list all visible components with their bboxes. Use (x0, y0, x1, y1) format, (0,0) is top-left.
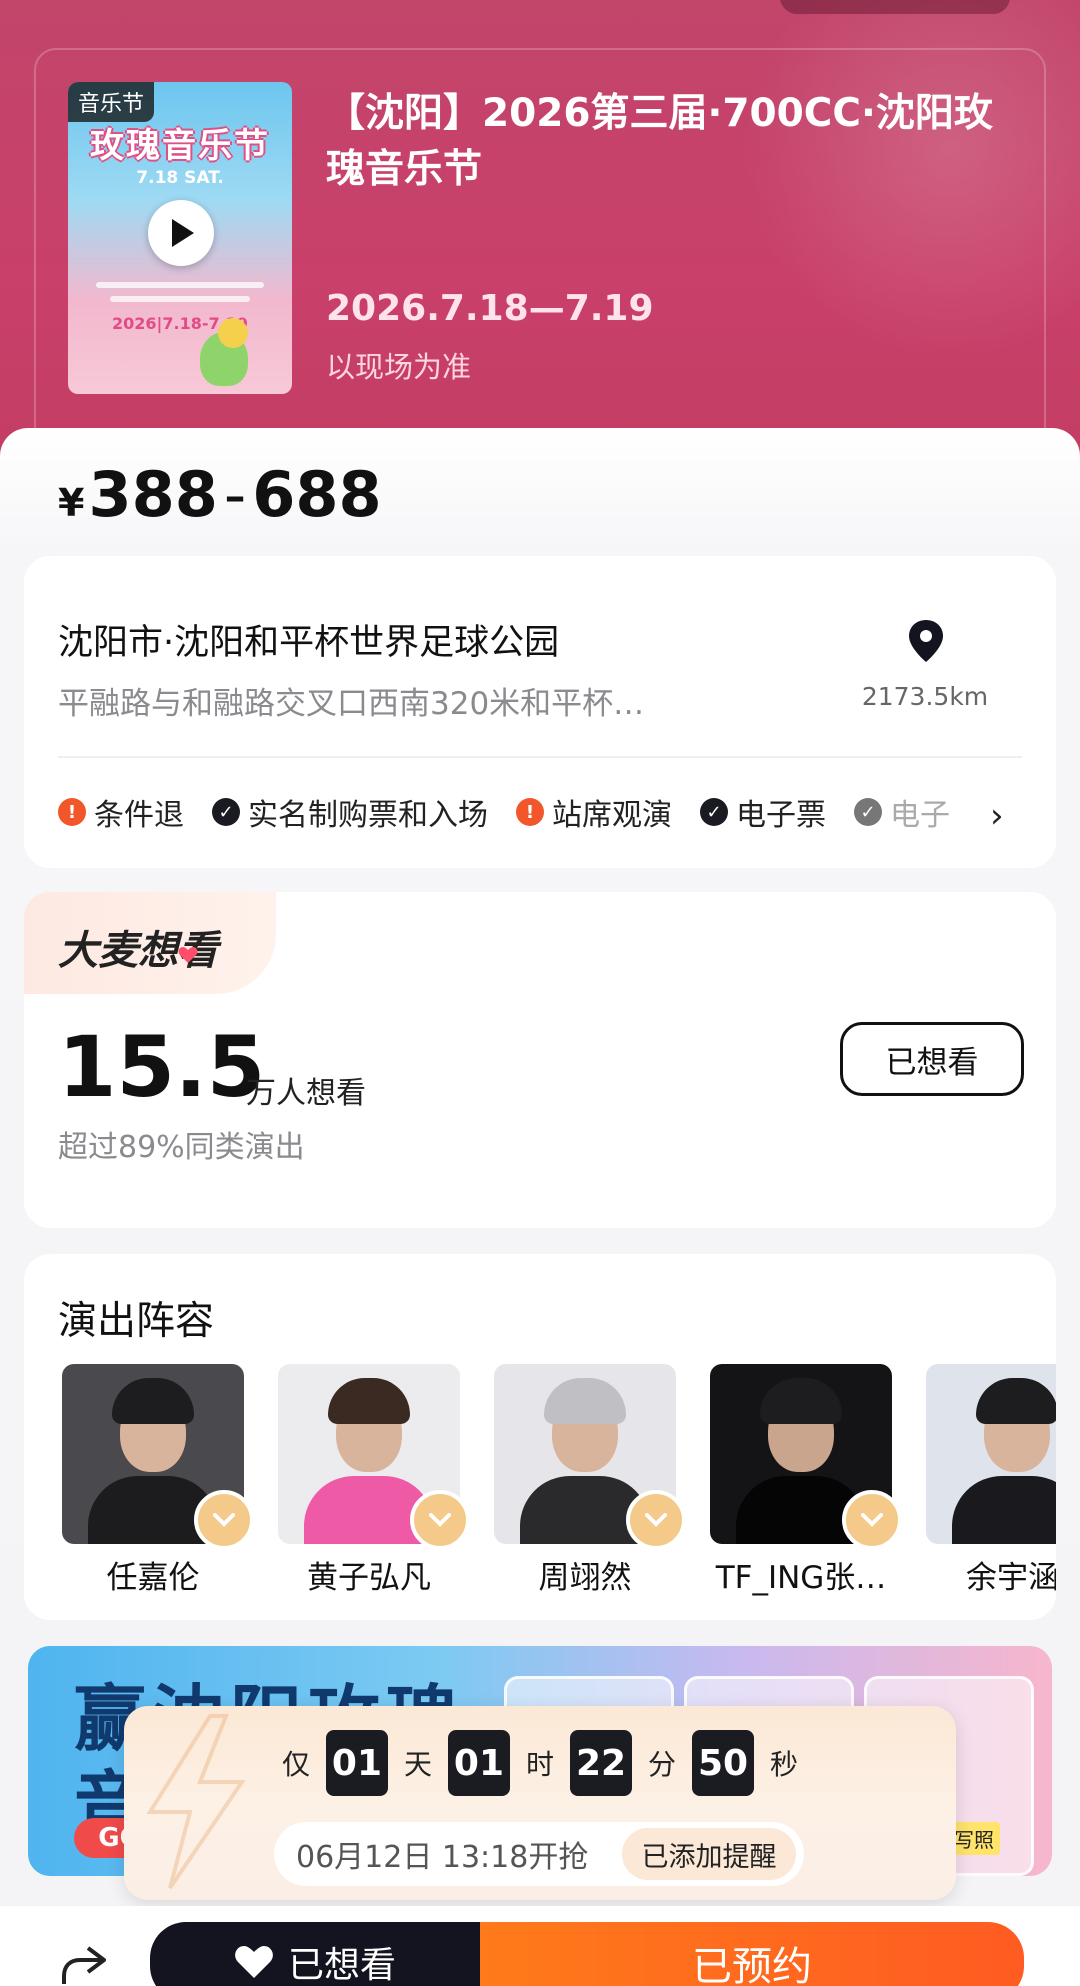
location-pin-icon[interactable] (906, 618, 946, 664)
artist-card[interactable]: TF_ING张… (710, 1364, 902, 1597)
service-tags[interactable]: ! 条件退 ✓ 实名制购票和入场 ! 站席观演 ✓ 电子票 ✓ 电子 (58, 790, 1008, 834)
chevron-down-icon (645, 1513, 667, 1527)
want-count: 15.5 (58, 1018, 266, 1116)
service-tag: ✓ 实名制购票和入场 (212, 790, 488, 834)
artist-card[interactable]: 周翊然 (494, 1364, 686, 1597)
artist-card[interactable]: 余宇涵 (926, 1364, 1056, 1597)
chevron-right-icon[interactable]: › (990, 796, 1004, 836)
artist-card[interactable]: 任嘉伦 (62, 1364, 254, 1597)
price-max: 688 (252, 458, 382, 531)
poster-date-bottom: 2026|7.18-7.19 (112, 314, 248, 333)
poster-mascot-head (218, 318, 248, 348)
service-tag-label: 站席观演 (552, 798, 672, 833)
check-icon: ✓ (854, 798, 882, 826)
play-icon (172, 219, 194, 247)
chevron-down-icon (213, 1513, 235, 1527)
countdown-days: 01 (325, 1730, 388, 1796)
want-action-label: 已想看 (287, 1945, 396, 1986)
service-tag-label: 电子 (890, 798, 950, 833)
artist-photo (926, 1364, 1056, 1544)
artist-card[interactable]: 黄子弘凡 (278, 1364, 470, 1597)
venue-address: 平融路与和融路交叉口西南320米和平杯… (58, 686, 645, 722)
artist-hair (760, 1378, 842, 1424)
event-date: 2026.7.18—7.19 (326, 288, 654, 329)
price-range: ¥388-688 (58, 458, 382, 531)
price-min: 388 (88, 458, 218, 531)
follow-badge[interactable] (194, 1490, 254, 1550)
countdown-hours-unit: 时 (525, 1748, 554, 1781)
poster-category-badge: 音乐节 (68, 82, 155, 122)
check-icon: ✓ (700, 798, 728, 826)
service-tag: ✓ 电子 (854, 790, 950, 834)
top-pill (780, 0, 1010, 14)
artist-name: 任嘉伦 (106, 1560, 200, 1596)
currency-symbol: ¥ (58, 481, 85, 525)
share-icon[interactable] (58, 1942, 110, 1986)
service-tag-label: 实名制购票和入场 (248, 798, 488, 833)
countdown-seconds: 50 (692, 1730, 755, 1796)
check-icon: ✓ (212, 798, 240, 826)
countdown-timer: 仅 01 天 01 时 22 分 50 秒 (124, 1730, 956, 1796)
artist-hair (976, 1378, 1056, 1424)
follow-badge[interactable] (842, 1490, 902, 1550)
warning-icon: ! (516, 798, 544, 826)
artist-body (952, 1476, 1056, 1544)
service-tag: ! 条件退 (58, 790, 184, 834)
artist-name: 余宇涵 (966, 1560, 1056, 1596)
lineup-title: 演出阵容 (58, 1299, 215, 1344)
price-separator: - (223, 458, 247, 531)
event-poster[interactable]: 音乐节 玫瑰音乐节 7.18 SAT. 2026|7.18-7.19 (68, 82, 292, 394)
sale-start-time: 06月12日 13:18开抢 (296, 1840, 589, 1875)
service-tag-label: 条件退 (94, 798, 184, 833)
reserved-button[interactable]: 已预约 (480, 1922, 1024, 1986)
venue-name: 沈阳市·沈阳和平杯世界足球公园 (58, 623, 560, 663)
artist-hair (544, 1378, 626, 1424)
artist-hair (328, 1378, 410, 1424)
warning-icon: ! (58, 798, 86, 826)
countdown-minutes-unit: 分 (648, 1748, 677, 1781)
follow-badge[interactable] (626, 1490, 686, 1550)
venue-distance: 2173.5km (861, 682, 989, 711)
service-tag: ✓ 电子票 (700, 790, 826, 834)
countdown-minutes: 22 (570, 1730, 632, 1796)
want-action-button[interactable]: 已想看 (150, 1922, 480, 1986)
artist-name: 黄子弘凡 (307, 1560, 431, 1596)
service-tag-label: 电子票 (736, 798, 826, 833)
divider (58, 756, 1022, 758)
artist-name: TF_ING张… (715, 1560, 887, 1596)
sale-info-pill: 06月12日 13:18开抢 已添加提醒 (274, 1822, 804, 1886)
want-comparison: 超过89%同类演出 (58, 1130, 305, 1165)
follow-badge[interactable] (410, 1490, 470, 1550)
play-button[interactable] (148, 200, 214, 266)
want-unit: 万人想看 (246, 1076, 366, 1111)
countdown-seconds-unit: 秒 (770, 1748, 799, 1781)
event-date-note: 以现场为准 (326, 350, 472, 384)
service-tag: ! 站席观演 (516, 790, 672, 834)
remind-button[interactable]: 已添加提醒 (622, 1828, 796, 1880)
artist-hair (112, 1378, 194, 1424)
heart-icon (235, 1946, 273, 1978)
poster-date-top: 7.18 SAT. (136, 168, 224, 188)
poster-line (96, 282, 264, 288)
countdown-prefix: 仅 (281, 1748, 310, 1781)
countdown-hours: 01 (447, 1730, 510, 1796)
wanted-button[interactable]: 已想看 (840, 1022, 1024, 1096)
event-title: 【沈阳】2026第三届·700CC·沈阳玫瑰音乐节 (326, 91, 993, 192)
chevron-down-icon (861, 1513, 883, 1527)
chevron-down-icon (429, 1513, 451, 1527)
poster-line (110, 296, 250, 302)
countdown-days-unit: 天 (403, 1748, 432, 1781)
heart-icon (178, 947, 198, 963)
artist-name: 周翊然 (538, 1560, 632, 1596)
poster-title: 玫瑰音乐节 (90, 126, 270, 166)
